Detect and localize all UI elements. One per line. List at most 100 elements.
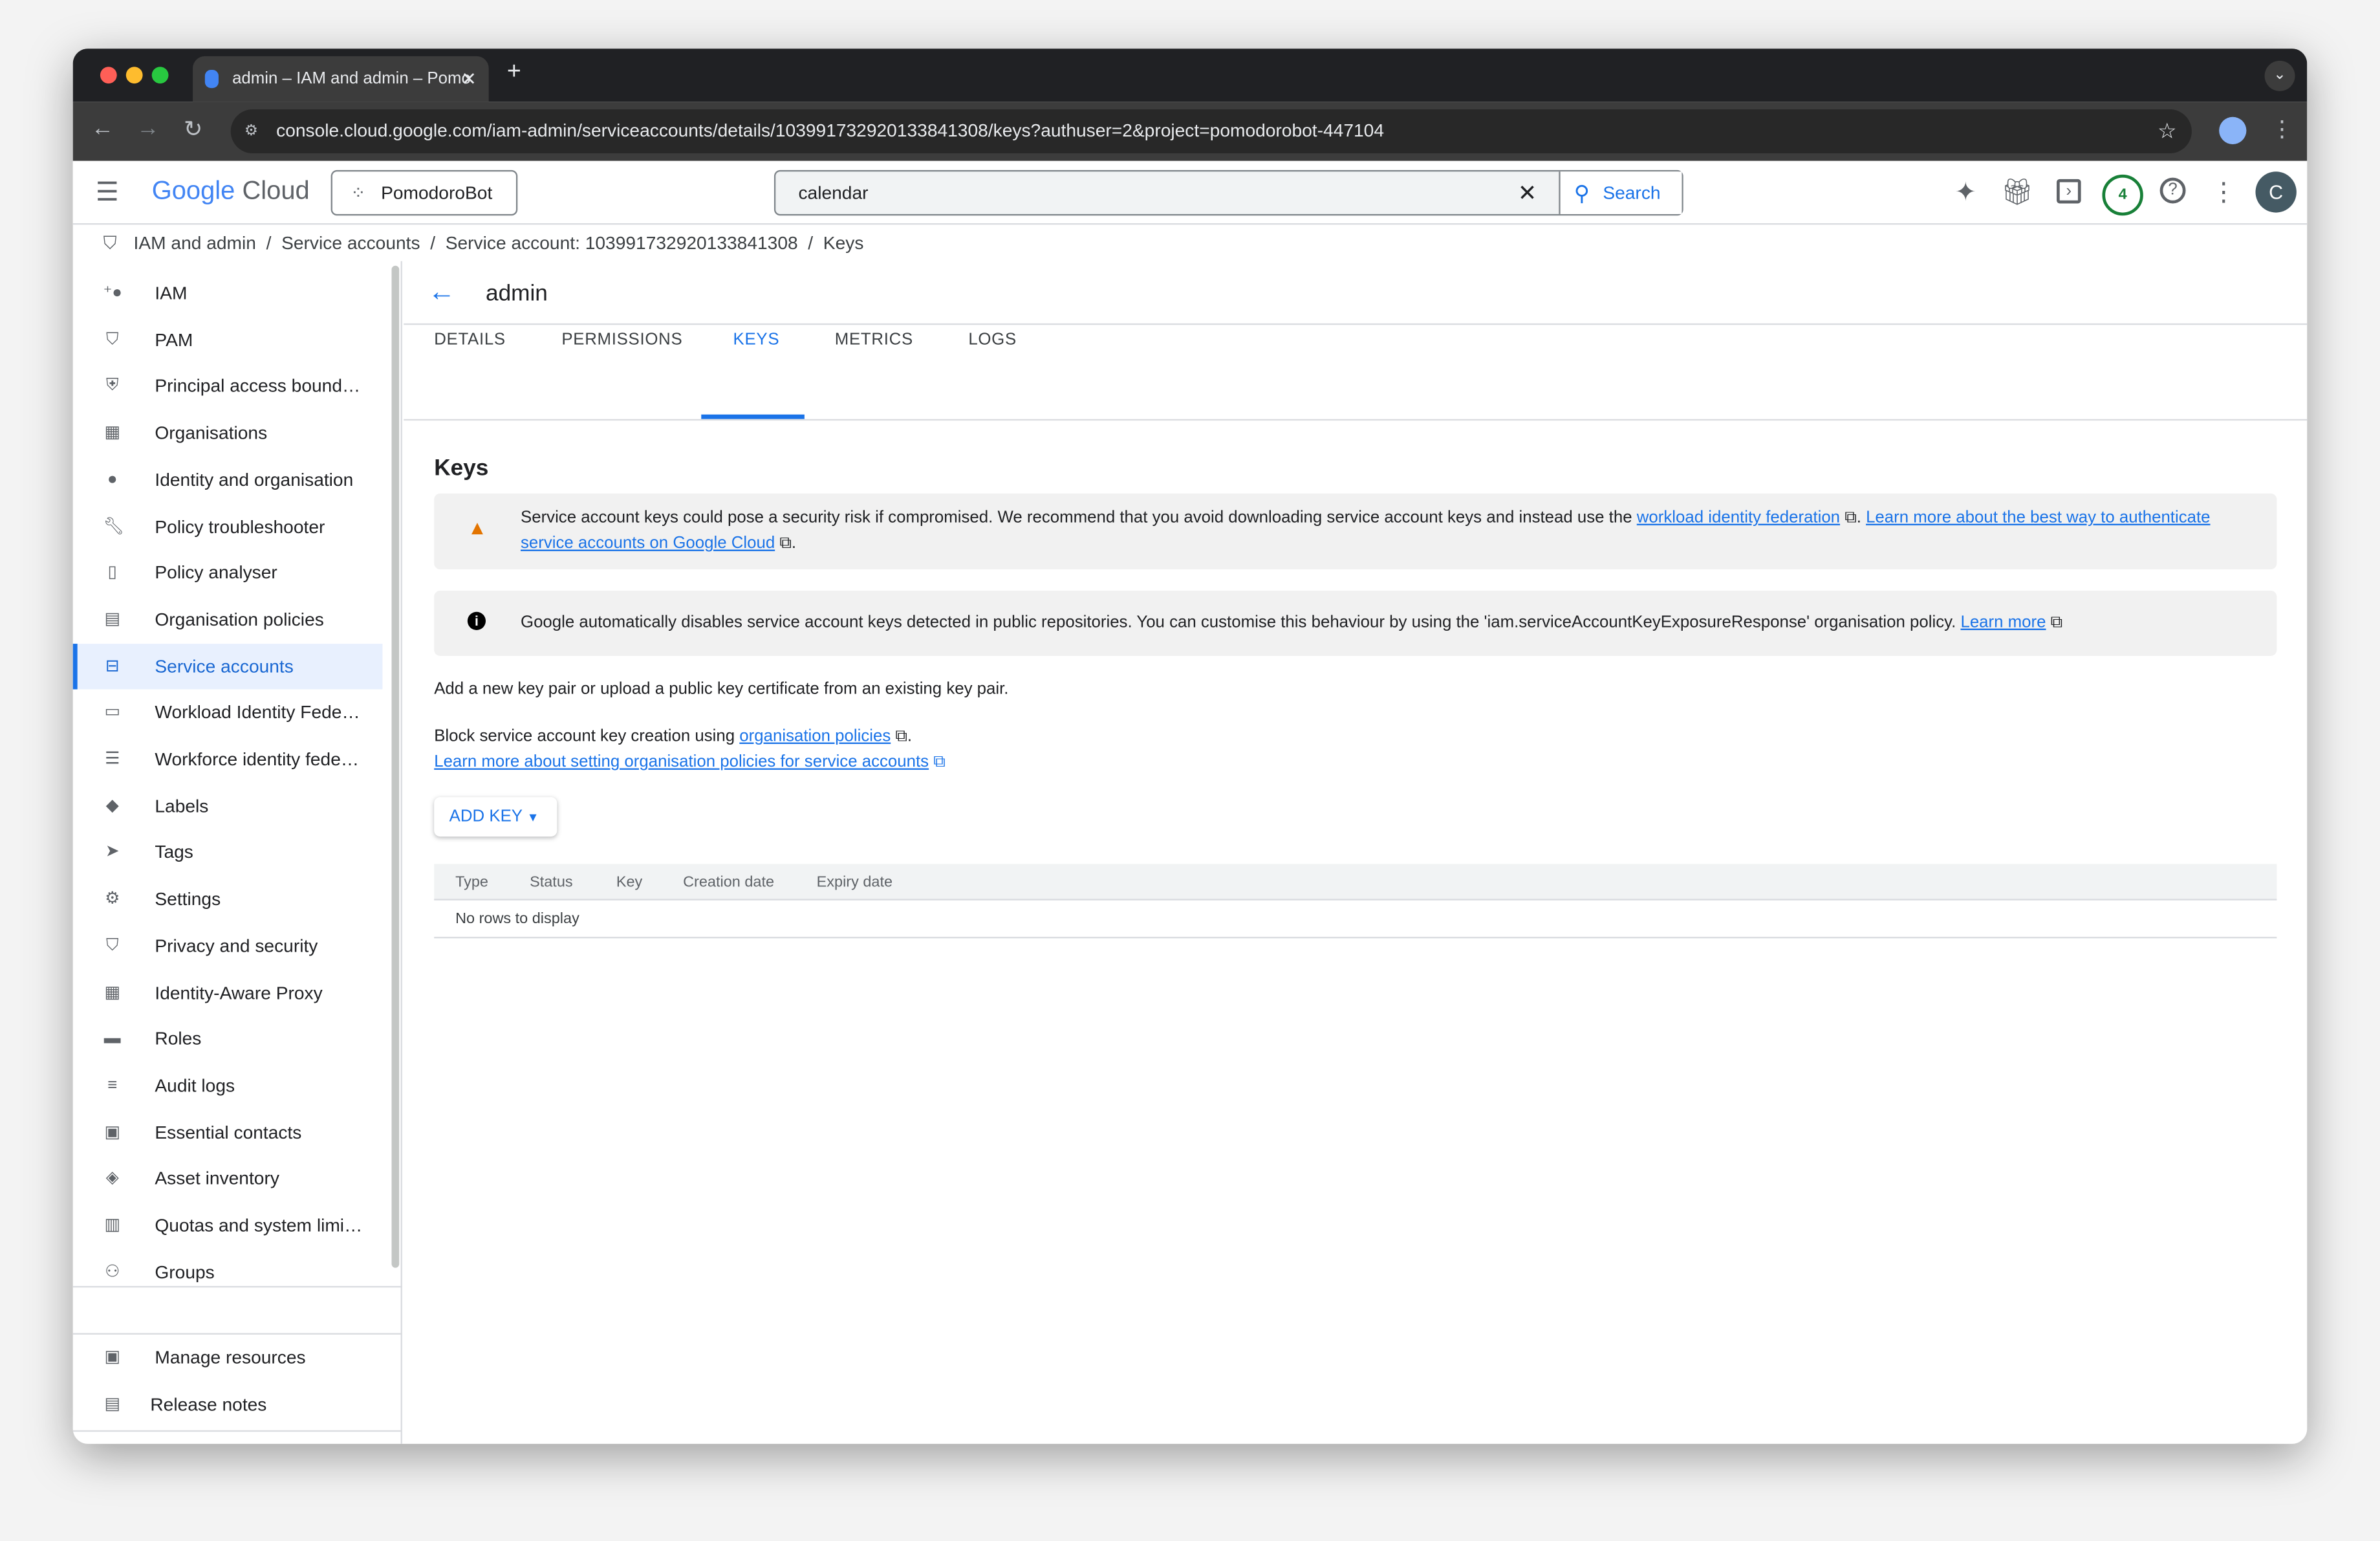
breadcrumb-service-account[interactable]: Service account: 103991732920133841308 [446, 232, 798, 254]
manage-resources-icon: ▣ [104, 1348, 120, 1367]
sidebar-item-label: Asset inventory [155, 1168, 279, 1190]
more-options-icon[interactable]: ⋮ [2207, 179, 2240, 205]
sidebar-item-label: Quotas and system limi… [155, 1214, 363, 1236]
sidebar-item-groups[interactable]: ⚇ Groups [73, 1249, 383, 1295]
sidebar-item-identity-and-organisation[interactable]: ● Identity and organisation [73, 457, 383, 502]
sidebar-item-label: Workload Identity Fede… [155, 701, 360, 723]
new-tab-button[interactable]: + [507, 60, 521, 87]
add-key-button[interactable]: ADD KEY ▼ [434, 797, 557, 837]
org-policies-learn-more-link[interactable]: Learn more about setting organisation po… [434, 753, 929, 771]
project-picker[interactable]: ⁘ PomodoroBot [330, 169, 518, 216]
search-input[interactable] [775, 171, 1504, 214]
list-icon: ☰ [105, 750, 120, 769]
project-name: PomodoroBot [381, 182, 493, 204]
sidebar-item-policy-analyser[interactable]: ▯ Policy analyser [73, 550, 383, 595]
close-tab-icon[interactable]: ✕ [461, 56, 477, 102]
help-icon[interactable]: ? [2159, 177, 2186, 204]
breadcrumb-iam[interactable]: IAM and admin [134, 232, 256, 254]
sidebar-item-tags[interactable]: ➤ Tags [73, 829, 383, 875]
diamond-icon: ◈ [105, 1169, 119, 1188]
tab-permissions[interactable]: PERMISSIONS [561, 331, 682, 349]
sidebar-item-roles[interactable]: ▬ Roles [73, 1016, 383, 1062]
column-creation-date[interactable]: Creation date [683, 875, 774, 891]
url-bar[interactable]: ⚙ console.cloud.google.com/iam-admin/ser… [230, 109, 2192, 154]
organisation-policies-link[interactable]: organisation policies [739, 727, 891, 745]
search-button[interactable]: ⚲ Search [1559, 171, 1682, 214]
site-settings-icon[interactable]: ⚙ [244, 109, 258, 153]
minimize-window-button[interactable] [125, 67, 143, 84]
reload-icon[interactable]: ↻ [184, 115, 203, 143]
contact-icon: ▣ [104, 1122, 120, 1141]
forward-icon[interactable]: → [136, 115, 159, 141]
sidebar-item-label: Settings [155, 888, 221, 910]
sidebar-item-workload-identity-fede[interactable]: ▭ Workload Identity Fede… [73, 690, 383, 735]
page-title: admin [486, 281, 548, 307]
notifications-badge[interactable]: 4 [2102, 174, 2143, 216]
hamburger-menu-icon[interactable]: ☰ [96, 178, 119, 208]
sidebar-item-quotas-and-system-limi[interactable]: ▥ Quotas and system limi… [73, 1203, 383, 1248]
browser-menu-icon[interactable]: ⋮ [2271, 115, 2293, 143]
warning-icon: ▲ [467, 516, 488, 540]
clear-search-icon[interactable]: ✕ [1518, 179, 1537, 206]
info-learn-more-link[interactable]: Learn more [1960, 613, 2046, 631]
sidebar-item-identity-aware-proxy[interactable]: ▦ Identity-Aware Proxy [73, 969, 383, 1014]
list-doc-icon: ▤ [104, 610, 120, 629]
cloud-shell-icon[interactable]: › [2057, 179, 2081, 204]
empty-table-message: No rows to display [455, 911, 579, 928]
gemini-sparkle-icon[interactable]: ✦ [1949, 179, 1982, 205]
bookmark-star-icon[interactable]: ☆ [2158, 109, 2176, 153]
release-notes-icon: ▤ [104, 1395, 120, 1414]
sidebar-item-labels[interactable]: ◆ Labels [73, 783, 383, 828]
sidebar-item-iam[interactable]: ⁺● IAM [73, 270, 383, 316]
tab-metrics[interactable]: METRICS [835, 331, 913, 349]
breadcrumb-keys: Keys [823, 232, 864, 254]
lines-icon: ≡ [107, 1076, 118, 1095]
table-icon: ▥ [104, 1216, 120, 1235]
sidebar-item-organisations[interactable]: ▦ Organisations [73, 410, 383, 455]
workload-identity-link[interactable]: workload identity federation [1637, 508, 1840, 527]
sidebar-item-settings[interactable]: ⚙ Settings [73, 876, 383, 921]
sidebar-item-label: Tags [155, 842, 193, 863]
sidebar-item-label: Principal access bound… [155, 375, 361, 397]
avatar[interactable]: C [2255, 171, 2297, 213]
sidebar-item-label: Organisation policies [155, 608, 324, 630]
column-expiry-date[interactable]: Expiry date [817, 875, 892, 891]
sidebar-release-notes[interactable]: ▤ Release notes [73, 1382, 383, 1427]
back-icon[interactable]: ← [91, 115, 114, 141]
search-icon: ⚲ [1574, 180, 1590, 205]
sidebar-item-essential-contacts[interactable]: ▣ Essential contacts [73, 1109, 383, 1155]
sidebar-item-asset-inventory[interactable]: ◈ Asset inventory [73, 1156, 383, 1201]
sidebar-scrollbar[interactable] [391, 265, 400, 1268]
column-key[interactable]: Key [616, 875, 642, 891]
sidebar-item-policy-troubleshooter[interactable]: 🔧︎ Policy troubleshooter [73, 503, 383, 549]
sidebar-item-pam[interactable]: ⛉ PAM [73, 317, 383, 362]
browser-tab[interactable]: admin – IAM and admin – Pomo ✕ [193, 56, 489, 102]
google-cloud-logo[interactable]: Google Cloud [152, 176, 310, 206]
sidebar-item-label: Identity-Aware Proxy [155, 981, 323, 1003]
sidebar-manage-resources[interactable]: ▣ Manage resources [73, 1335, 383, 1380]
extension-icon[interactable] [2219, 116, 2247, 144]
sidebar-item-privacy-and-security[interactable]: ⛉ Privacy and security [73, 923, 383, 968]
close-window-button[interactable] [100, 67, 117, 84]
shield-lock-icon: ⛉ [105, 936, 119, 955]
keys-heading: Keys [434, 455, 489, 481]
back-arrow-icon[interactable]: ← [428, 276, 455, 308]
screen: admin – IAM and admin – Pomo ✕ + ⌄ ← → ↻… [0, 0, 2380, 1541]
sidebar-item-audit-logs[interactable]: ≡ Audit logs [73, 1063, 383, 1108]
sidebar-item-workforce-identity-fede[interactable]: ☰ Workforce identity fede… [73, 736, 383, 781]
sidebar-item-organisation-policies[interactable]: ▤ Organisation policies [73, 596, 383, 642]
sidebar-item-service-accounts[interactable]: ⊟ Service accounts [72, 643, 383, 689]
tab-logs[interactable]: LOGS [968, 331, 1017, 349]
maximize-window-button[interactable] [151, 67, 169, 84]
label-icon: ◆ [105, 796, 119, 815]
gift-icon[interactable]: 🎁︎ [2000, 179, 2034, 205]
building-icon: ▦ [104, 424, 120, 443]
tab-details[interactable]: DETAILS [434, 331, 506, 349]
service-account-icon: ⊟ [105, 657, 120, 675]
sidebar-item-principal-access-bound[interactable]: ⛨ Principal access bound… [73, 364, 383, 409]
column-status[interactable]: Status [530, 875, 573, 891]
breadcrumb-service-accounts[interactable]: Service accounts [281, 232, 420, 254]
tab-search-icon[interactable]: ⌄ [2264, 60, 2295, 91]
tab-keys[interactable]: KEYS [733, 331, 780, 349]
column-type[interactable]: Type [455, 875, 488, 891]
